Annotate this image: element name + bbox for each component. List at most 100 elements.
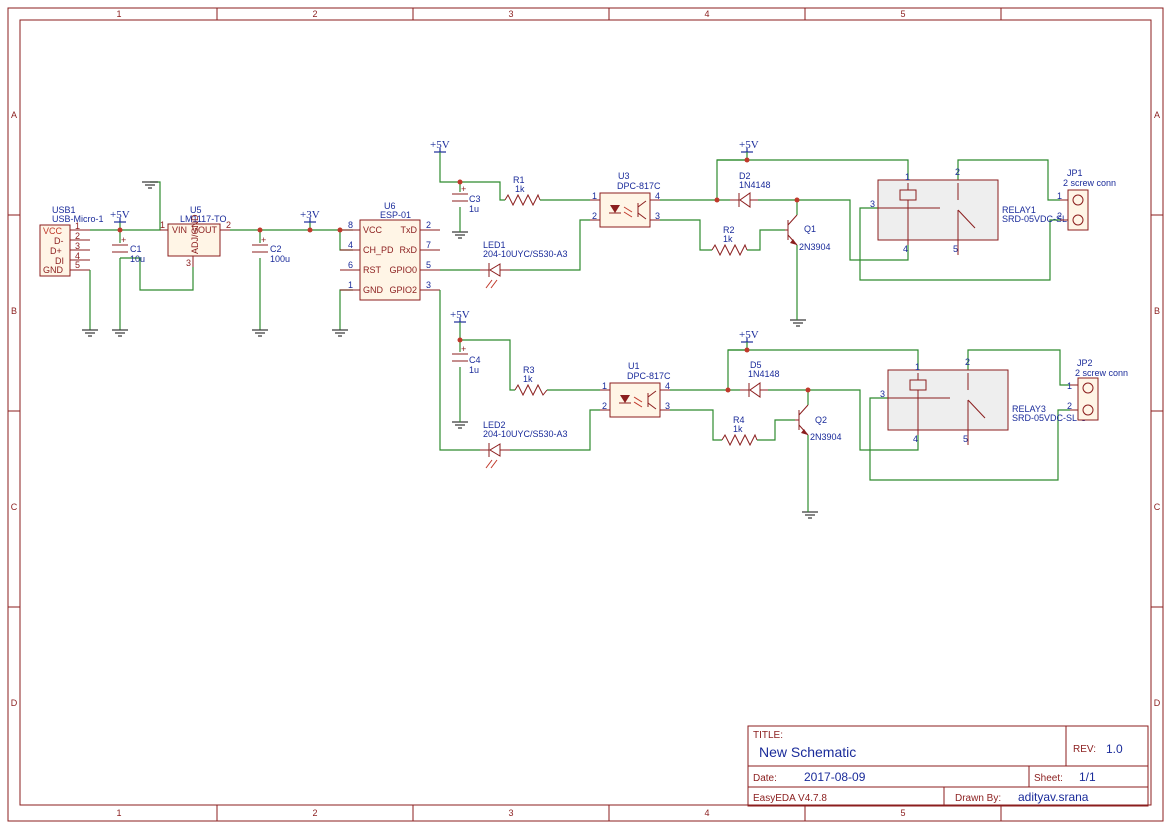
- schematic-title: New Schematic: [759, 744, 856, 760]
- u6-pin-num: 8: [348, 220, 353, 230]
- frame-row-labels-left: A B C D: [11, 110, 18, 708]
- c1-ref: C1: [130, 244, 142, 254]
- u5-regulator[interactable]: U5 LM1117-TO VIN VOUT ADJ/GND 1 2 3: [160, 205, 231, 268]
- u6-pin-num: 5: [426, 260, 431, 270]
- ground-icon: [112, 329, 128, 337]
- usb1-connector[interactable]: USB1 USB-Micro-1 VCC D- D+ DI GND 1 2 3 …: [39, 205, 104, 277]
- schematic-canvas: 1 2 3 4 5 1 2 3 4 5 A B C D A B C D TITL…: [7, 7, 1164, 822]
- ground-icon: [82, 329, 98, 337]
- row-label: A: [11, 110, 17, 120]
- jp1-value: 2 screw conn: [1063, 178, 1116, 188]
- q2-transistor[interactable]: Q2 2N3904: [795, 404, 842, 442]
- led1[interactable]: LED1 204-10UYC/S530-A3: [480, 240, 568, 289]
- usb1-pin-num: 5: [75, 260, 80, 270]
- u1-ref: U1: [628, 361, 640, 371]
- col-label: 5: [900, 808, 905, 818]
- c2-capacitor[interactable]: + C2 100u: [252, 235, 290, 264]
- led2[interactable]: LED2 204-10UYC/S530-A3: [480, 420, 568, 469]
- u6-esp01[interactable]: U6 ESP-01 VCC CH_PD RST GND TxD RxD GPIO…: [340, 201, 440, 301]
- relay3-pin5: 5: [963, 434, 968, 444]
- u5-adj: ADJ/GND: [190, 214, 200, 254]
- r2-value: 1k: [723, 234, 733, 244]
- u6-pin-chpd: CH_PD: [363, 245, 394, 255]
- r2-resistor[interactable]: R2 1k: [711, 225, 748, 257]
- relay1-pin3: 3: [870, 199, 875, 209]
- col-label: 1: [116, 808, 121, 818]
- row-label: C: [11, 502, 18, 512]
- tool-version: EasyEDA V4.7.8: [753, 793, 827, 804]
- u5-pin3: 3: [186, 258, 191, 268]
- c3-ref: C3: [469, 194, 481, 204]
- row-label: B: [1154, 306, 1160, 316]
- u6-pin-num: 7: [426, 240, 431, 250]
- usb1-pin-num: 1: [75, 221, 80, 231]
- svg-text:+5V: +5V: [110, 209, 130, 221]
- u6-pin-num: 3: [426, 280, 431, 290]
- c4-ref: C4: [469, 355, 481, 365]
- jp2-screw-terminal[interactable]: JP2 2 screw conn 1 2: [1067, 358, 1128, 421]
- power-5v-icon: +5V: [110, 209, 130, 223]
- ground-icon: [452, 421, 468, 429]
- u6-pin-num: 1: [348, 280, 353, 290]
- r1-value: 1k: [515, 184, 525, 194]
- col-label: 2: [312, 808, 317, 818]
- rev-value: 1.0: [1106, 742, 1123, 756]
- ground-icon: [790, 319, 806, 327]
- jp2-value: 2 screw conn: [1075, 368, 1128, 378]
- c1-capacitor[interactable]: + C1 10u: [112, 235, 145, 264]
- plus-icon: +: [461, 184, 466, 194]
- c4-capacitor[interactable]: + C4 1u: [452, 344, 481, 375]
- u3-ref: U3: [618, 171, 630, 181]
- row-label: B: [11, 306, 17, 316]
- d5-value: 1N4148: [748, 369, 780, 379]
- u6-pin-num: 6: [348, 260, 353, 270]
- u3-value: DPC-817C: [617, 181, 661, 191]
- ground-icon: [332, 329, 348, 337]
- drawn-by-label: Drawn By:: [955, 793, 1001, 804]
- relay1-pin1: 1: [905, 172, 910, 182]
- c3-capacitor[interactable]: + C3 1u: [452, 184, 481, 214]
- col-label: 3: [508, 808, 513, 818]
- jp1-ref: JP1: [1067, 168, 1083, 178]
- ground-icon: [802, 511, 818, 519]
- col-label: 4: [704, 9, 709, 19]
- u3-pin2: 2: [592, 211, 597, 221]
- rev-label: REV:: [1073, 744, 1096, 755]
- led2-value: 204-10UYC/S530-A3: [483, 429, 568, 439]
- relay1[interactable]: 1 2 3 4 5 RELAY1 SRD-05VDC-SL-C: [870, 167, 1077, 255]
- r1-resistor[interactable]: R1 1k: [504, 175, 541, 207]
- relay1-pin5: 5: [953, 244, 958, 254]
- frame-column-labels-top: 1 2 3 4 5: [116, 9, 905, 19]
- jp1-pin2: 2: [1057, 211, 1062, 221]
- c1-value: 10u: [130, 254, 145, 264]
- r4-resistor[interactable]: R4 1k: [721, 415, 758, 447]
- u3-optocoupler[interactable]: U3 DPC-817C 1 2 3 4: [590, 171, 661, 228]
- svg-text:+5V: +5V: [739, 139, 759, 151]
- plus-icon: +: [121, 235, 126, 245]
- u6-pin-gpio0: GPIO0: [389, 265, 417, 275]
- row-label: C: [1154, 502, 1161, 512]
- date-label: Date:: [753, 773, 777, 784]
- jp2-pin2: 2: [1067, 401, 1072, 411]
- d5-diode[interactable]: D5 1N4148: [740, 360, 780, 398]
- led1-value: 204-10UYC/S530-A3: [483, 249, 568, 259]
- u1-optocoupler[interactable]: U1 DPC-817C 1 2 3 4: [600, 361, 671, 418]
- jp2-ref: JP2: [1077, 358, 1093, 368]
- relay3[interactable]: 1 2 3 4 5 RELAY3 SRD-05VDC-SL-C: [880, 357, 1087, 445]
- q1-transistor[interactable]: Q1 2N3904: [785, 214, 831, 252]
- relay3-value: SRD-05VDC-SL-C: [1012, 413, 1087, 423]
- title-label: TITLE:: [753, 730, 783, 741]
- u5-value: LM1117-TO: [180, 214, 227, 224]
- r3-resistor[interactable]: R3 1k: [514, 365, 548, 397]
- u6-pin-gnd: GND: [363, 285, 384, 295]
- svg-text:+3V: +3V: [300, 209, 320, 221]
- power-5v-icon: +5V: [739, 139, 759, 153]
- drawn-by-value: adityav.srana: [1018, 790, 1089, 804]
- d2-diode[interactable]: D2 1N4148: [730, 171, 771, 208]
- frame-row-labels-right: A B C D: [1154, 110, 1161, 708]
- ground-icon: [142, 181, 158, 189]
- q1-value: 2N3904: [799, 242, 831, 252]
- usb1-pin-dp: D+: [50, 246, 62, 256]
- u6-pin-rxd: RxD: [400, 245, 418, 255]
- row-label: D: [11, 698, 18, 708]
